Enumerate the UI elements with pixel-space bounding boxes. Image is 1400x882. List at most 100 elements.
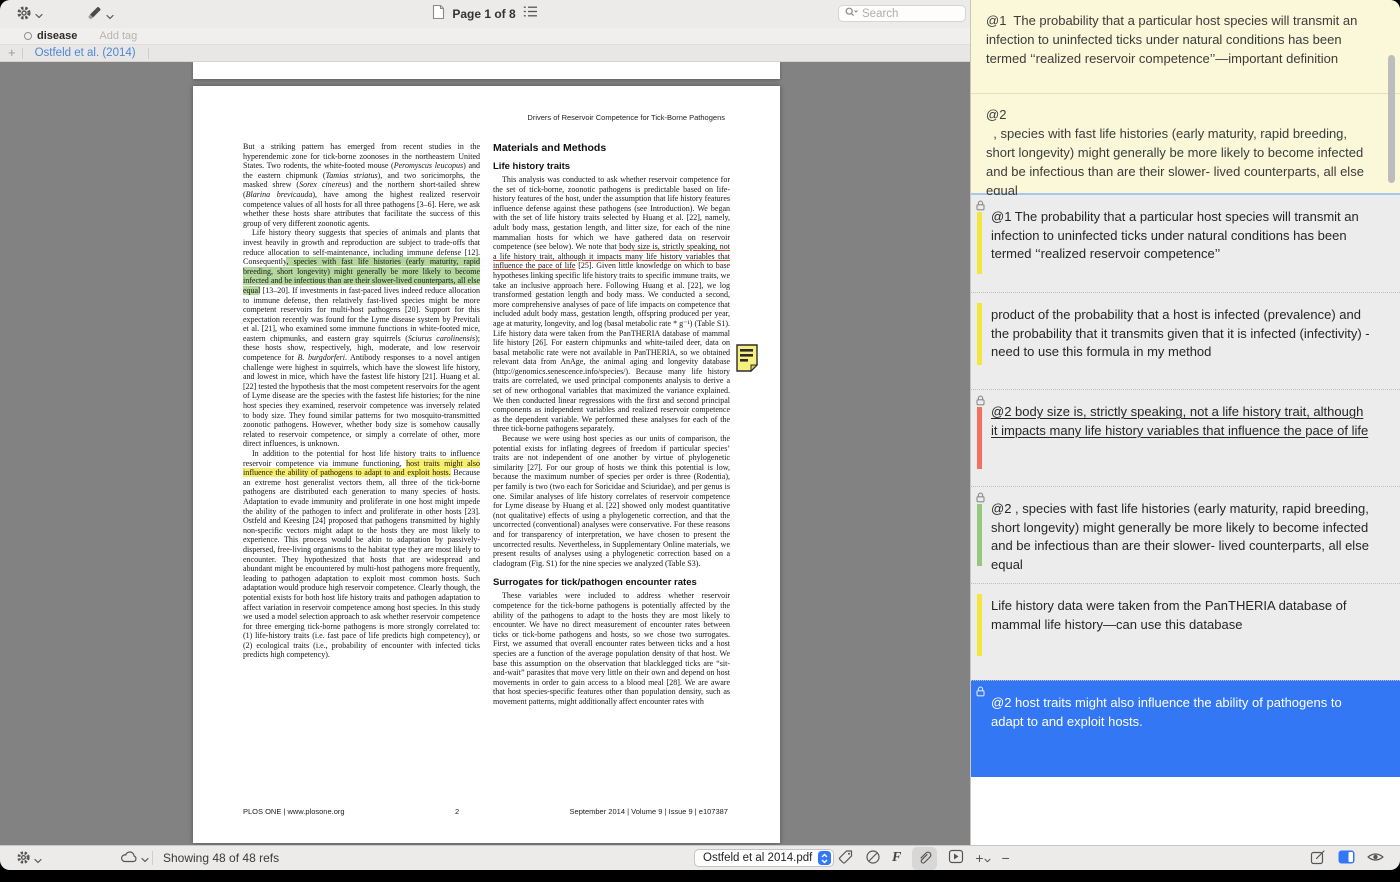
sticky-note-text: @1 The probability that a particular hos… [986,11,1366,68]
paragraph: These variables were included to address… [493,591,730,706]
left-column: But a striking pattern has emerged from … [243,142,480,804]
annotation-text: @2 host traits might also influence the … [971,681,1400,731]
annotation-list-empty-area [971,778,1400,845]
journal-name: PLOS ONE | www.plosone.org [243,807,345,816]
issue-info: September 2014 | Volume 9 | Issue 9 | e1… [570,807,728,816]
export-button[interactable] [948,849,964,867]
annotation-item[interactable]: Life history data were taken from the Pa… [971,583,1400,680]
annotation-item[interactable]: @2 , species with fast life histories (e… [971,486,1400,583]
highlight-color-bar [977,504,982,566]
right-column: Materials and Methods Life history trait… [493,142,730,804]
section-heading: Materials and Methods [493,142,730,154]
circle-slash-icon [865,849,881,868]
annotation-item[interactable]: product of the probability that a host i… [971,292,1400,389]
reference-citekey-link[interactable]: Ostfeld et al. (2014) [35,47,136,59]
minus-icon: − [1002,850,1010,866]
plus-icon: + [975,850,983,866]
add-reference-button[interactable]: + [8,46,16,60]
notes-panel-icon [1338,850,1355,867]
format-text-button[interactable]: F [892,850,901,866]
annotation-toolbar: F + − [838,846,1010,870]
paragraph: This analysis was conducted to ask wheth… [493,175,730,434]
remove-annotation-button[interactable]: − [1002,850,1010,866]
annotation-text: @2 , species with fast life histories (e… [971,487,1400,574]
highlight-color-bar [977,212,982,274]
dropdown-arrows-icon [818,851,831,865]
format-text-icon: F [892,850,901,866]
page-footer: PLOS ONE | www.plosone.org 2 September 2… [243,807,728,816]
thumbnail-list-icon[interactable] [523,5,538,23]
annotation-list: @1 The probability that a particular hos… [971,195,1400,777]
view-toggles [1310,846,1384,870]
annotation-item[interactable]: @2 body size is, strictly speaking, not … [971,389,1400,486]
lock-icon [976,684,985,702]
page-columns: But a striking pattern has emerged from … [243,142,730,804]
compose-icon [1310,849,1326,868]
add-tag-input[interactable]: Add tag [99,30,137,42]
annotation-text: product of the probability that a host i… [971,293,1400,362]
tag-color-icon [24,32,32,40]
sticky-note[interactable]: @2 , species with fast life histories (e… [971,94,1400,208]
refs-count-label: Showing 48 of 48 refs [163,846,279,870]
add-annotation-button[interactable]: + [975,850,990,866]
pdf-page-1-bottom [193,62,780,79]
search-placeholder: Search [862,8,898,20]
annotation-item-selected[interactable]: @2 host traits might also influence the … [971,680,1400,777]
annotation-item[interactable]: @1 The probability that a particular hos… [971,195,1400,292]
tag-button[interactable] [838,849,854,868]
app-window: Page 1 of 8 Search disease Add tag + Ost… [0,0,1400,870]
paragraph: Life history theory suggests that specie… [243,228,480,449]
chevron-down-icon [141,851,149,866]
tag-bar: disease Add tag [0,28,970,44]
chevron-down-icon [984,851,991,866]
attachment-button-active[interactable] [912,847,937,870]
eye-icon [1367,851,1384,866]
divider [148,48,149,59]
subsection-heading: Life history traits [493,161,730,172]
paragraph: But a striking pattern has emerged from … [243,142,480,228]
gear-icon [16,850,31,868]
preview-button[interactable] [1367,851,1384,866]
sticky-note-text: @2 , species with fast life histories (e… [986,105,1366,200]
library-settings-button[interactable] [16,850,42,868]
running-head: Drivers of Reservoir Competence for Tick… [243,113,725,122]
paperclip-icon [917,849,932,868]
divider [22,48,23,59]
notes-scrollbar[interactable] [1388,55,1395,183]
file-selector-dropdown[interactable]: Ostfeld et al 2014.pdf [694,849,834,867]
pdf-page-2: Drivers of Reservoir Competence for Tick… [193,86,780,843]
search-icon [845,5,858,23]
tag-icon [838,849,854,868]
page-indicator-group: Page 1 of 8 [0,0,970,28]
paragraph: In addition to the potential for host li… [243,449,480,660]
sticky-note[interactable]: @1 The probability that a particular hos… [971,0,1400,94]
note-annotation-icon[interactable] [736,344,758,372]
page-icon [432,4,445,25]
top-toolbar: Page 1 of 8 Search [0,0,970,28]
cloud-icon [120,850,138,867]
page-number: 2 [455,807,459,816]
sticky-notes-section: @1 The probability that a particular hos… [971,0,1400,195]
chevron-down-icon [34,852,42,867]
paragraph: Because we were using host species as ou… [493,434,730,568]
subsection-heading: Surrogates for tick/pathogen encounter r… [493,577,730,588]
tag-label[interactable]: disease [37,30,77,42]
highlight-color-bar [977,303,982,365]
draw-button[interactable] [865,849,881,868]
notes-panel: @1 The probability that a particular hos… [970,0,1400,845]
annotation-text: Life history data were taken from the Pa… [971,584,1400,634]
notes-panel-toggle-active[interactable] [1338,850,1355,867]
annotation-text: @1 The probability that a particular hos… [971,195,1400,264]
compose-note-button[interactable] [1310,849,1326,868]
highlight-color-bar [977,594,982,656]
file-name: Ostfeld et al 2014.pdf [703,852,812,864]
pdf-viewer[interactable]: Drivers of Reservoir Competence for Tick… [0,62,970,845]
status-bar: Showing 48 of 48 refs Ostfeld et al 2014… [0,845,1400,870]
search-input[interactable]: Search [838,5,966,22]
reference-bar: + Ostfeld et al. (2014) [0,44,970,62]
boxed-arrow-icon [948,849,964,867]
page-indicator: Page 1 of 8 [452,7,515,21]
sync-button[interactable] [120,850,149,867]
highlight-color-bar [977,407,982,469]
annotation-text: @2 body size is, strictly speaking, not … [971,390,1400,440]
